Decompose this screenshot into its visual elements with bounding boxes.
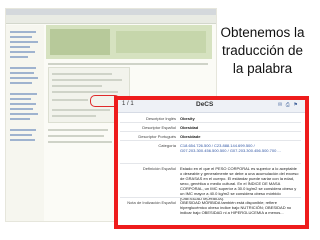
sidebar-link[interactable]	[10, 139, 35, 141]
text-line	[52, 109, 110, 111]
sidebar-link[interactable]	[10, 118, 30, 120]
zoomed-record-panel: 1 / 1 DeCS ✉ ⎙ ⚑ Descriptor Inglés Obesi…	[114, 96, 309, 229]
sidebar-link[interactable]	[10, 108, 33, 110]
field-label: Descriptor Portugués	[138, 134, 176, 139]
record-action-icons[interactable]: ✉ ⎙ ⚑	[278, 102, 299, 108]
slide: Obtenemos la traducción de la palabra 1 …	[0, 0, 320, 240]
field-label: Nota de Indización Español	[127, 200, 176, 205]
banner-image	[50, 29, 110, 55]
sidebar-link[interactable]	[10, 41, 38, 43]
title-line: traducción de	[221, 43, 304, 58]
divider	[48, 63, 208, 65]
sidebar-link[interactable]	[10, 51, 35, 53]
text-line	[52, 99, 88, 101]
banner-image	[116, 31, 206, 53]
sidebar-link[interactable]	[10, 72, 34, 74]
divider	[120, 197, 301, 198]
field-label: Descriptor Español	[142, 125, 176, 130]
browser-toolbar	[6, 15, 216, 24]
divider	[120, 140, 301, 141]
sidebar	[6, 25, 44, 221]
field-label: Definición Español	[142, 166, 176, 171]
category-links[interactable]: C18.654.726.500 / C23.888.144.699.500 / …	[180, 143, 300, 153]
field-value: OBESIDAD MÓRBIDA también está disponible…	[180, 200, 292, 215]
field-value: Obesity	[180, 116, 195, 121]
text-line	[48, 141, 112, 143]
slide-title: Obtenemos la traducción de la palabra	[215, 24, 310, 78]
sidebar-link[interactable]	[10, 98, 31, 100]
sidebar-link[interactable]	[10, 77, 38, 79]
sidebar-link[interactable]	[10, 129, 36, 131]
sidebar-link[interactable]	[10, 67, 36, 69]
sidebar-link[interactable]	[10, 93, 37, 95]
text-line	[52, 91, 118, 93]
field-label: Categoría	[158, 143, 176, 148]
text-line	[52, 73, 112, 75]
field-value: Estado en el que el PESO CORPORAL es sup…	[180, 166, 299, 201]
text-line	[52, 79, 122, 81]
sidebar-link[interactable]	[10, 134, 32, 136]
divider	[120, 122, 301, 123]
record-header: 1 / 1 DeCS ✉ ⎙ ⚑	[118, 100, 305, 113]
sidebar-link[interactable]	[10, 82, 32, 84]
text-line	[48, 129, 108, 131]
sidebar-link[interactable]	[10, 103, 36, 105]
divider	[120, 163, 301, 164]
title-line: Obtenemos la	[220, 25, 305, 40]
text-line	[48, 135, 104, 137]
title-line: la palabra	[232, 61, 293, 76]
sidebar-link[interactable]	[10, 113, 38, 115]
text-line	[52, 115, 96, 117]
sidebar-link[interactable]	[10, 46, 30, 48]
field-label: Descriptor Inglés	[145, 116, 176, 121]
sidebar-link[interactable]	[10, 36, 32, 38]
record-number: 1 / 1	[122, 101, 134, 107]
sidebar-link[interactable]	[10, 56, 28, 58]
text-line	[52, 85, 102, 87]
divider	[120, 131, 301, 132]
field-value: Obesidad	[180, 125, 199, 130]
field-value: Obesidade	[180, 134, 201, 139]
database-name: DeCS	[196, 101, 214, 108]
sidebar-link[interactable]	[10, 31, 36, 33]
